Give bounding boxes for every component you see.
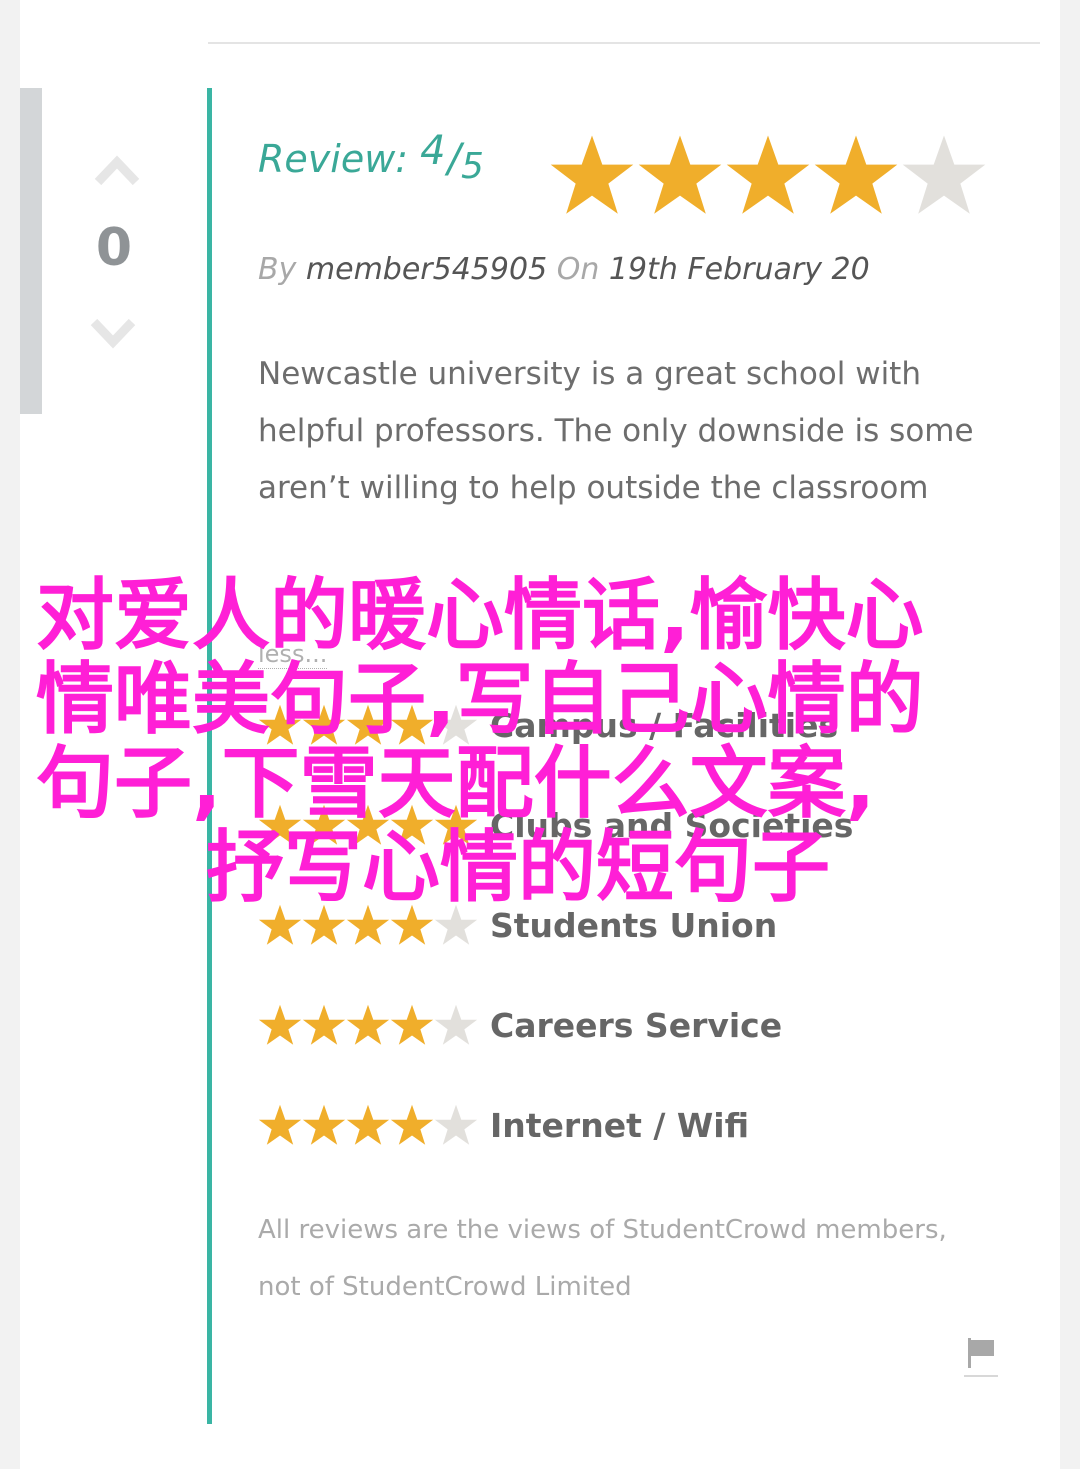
- review-max: 5: [461, 146, 484, 187]
- vote-count: 0: [95, 218, 133, 278]
- review-label: Review:: [258, 137, 409, 181]
- disclaimer-line-2: not of StudentCrowd Limited: [258, 1272, 632, 1302]
- on-label: On: [556, 252, 600, 287]
- review-separator: /: [447, 136, 462, 182]
- star-filled-icon: [302, 1004, 346, 1045]
- star-filled-icon: [814, 135, 898, 214]
- star-empty-icon: [434, 1004, 478, 1045]
- overlay-line-3: 句子,下雪天配什么文案,: [36, 739, 876, 829]
- overlay-caption: 对爱人的暖心情话,愉快心 情唯美句子,写自己心情的 句子,下雪天配什么文案, 抒…: [36, 574, 1036, 910]
- rating-label: Careers Service: [490, 1005, 783, 1045]
- star-filled-icon: [390, 1004, 434, 1045]
- overlay-line-4: 抒写心情的短句子: [206, 823, 831, 913]
- review-author[interactable]: member545905: [306, 252, 547, 287]
- flag-icon[interactable]: [964, 1334, 998, 1378]
- star-filled-icon: [258, 1004, 302, 1045]
- by-label: By: [258, 252, 297, 287]
- vote-bar: [20, 88, 42, 414]
- star-empty-icon: [434, 1104, 478, 1145]
- star-filled-icon: [638, 135, 722, 214]
- star-filled-icon: [550, 135, 634, 214]
- review-heading: Review: 4/5: [258, 128, 484, 196]
- review-body: Newcastle university is a great school w…: [258, 356, 974, 506]
- review-score: 4: [420, 128, 446, 174]
- rating-row: Internet / Wifi: [258, 1100, 749, 1150]
- chevron-down-icon[interactable]: [90, 312, 136, 352]
- divider: [208, 42, 1040, 44]
- disclaimer: All reviews are the views of StudentCrow…: [258, 1202, 998, 1316]
- star-filled-icon: [346, 1004, 390, 1045]
- rating-label: Internet / Wifi: [490, 1105, 750, 1145]
- overlay-line-1: 对爱人的暖心情话,愉快心: [36, 571, 924, 661]
- star-filled-icon: [258, 1104, 302, 1145]
- chevron-up-icon[interactable]: [94, 150, 140, 190]
- star-filled-icon: [726, 135, 810, 214]
- disclaimer-line-1: All reviews are the views of StudentCrow…: [258, 1215, 947, 1245]
- review-byline: By member545905 On 19th February 20: [258, 252, 870, 287]
- star-filled-icon: [390, 1104, 434, 1145]
- star-empty-icon: [902, 135, 986, 214]
- star-filled-icon: [302, 1104, 346, 1145]
- rating-row: Careers Service: [258, 1000, 782, 1050]
- rating-stars: [258, 1003, 478, 1047]
- review-date: 19th February 20: [608, 252, 870, 287]
- star-filled-icon: [346, 1104, 390, 1145]
- overlay-line-2: 情唯美句子,写自己心情的: [36, 655, 924, 745]
- rating-stars: [258, 1103, 478, 1147]
- review-star-rating: [548, 132, 988, 218]
